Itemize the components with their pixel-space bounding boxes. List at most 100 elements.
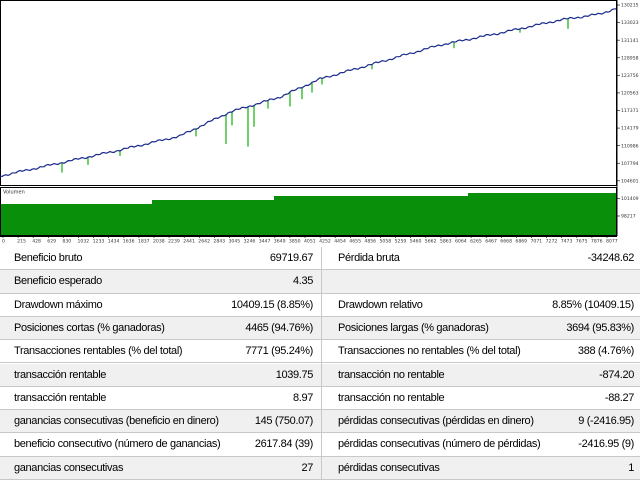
stat-label: pérdidas consecutivas (número de pérdida…	[338, 438, 541, 451]
time-tick-label: 1032	[78, 239, 90, 245]
price-tick-label: 117371	[621, 108, 639, 114]
stat-value: 8.85% (10409.15)	[552, 298, 634, 311]
stat-value: -874.20	[599, 368, 634, 381]
price-tick-label: 133023	[621, 20, 639, 26]
time-tick-label: 7473	[561, 239, 573, 245]
stat-label: Beneficio bruto	[14, 252, 83, 264]
time-tick-label: 3045	[229, 239, 241, 245]
stats-row: beneficio consecutivo (número de gananci…	[0, 433, 640, 457]
time-tick-label: 5259	[395, 239, 407, 245]
time-tick-label: 4454	[334, 239, 346, 245]
price-axis: 130215 133023 131141 128958 123756 120563 1173…	[617, 3, 639, 220]
stat-label: Transacciones no rentables (% del total)	[338, 345, 521, 358]
time-tick-label: 428	[32, 239, 41, 245]
time-tick-label: 0	[2, 239, 5, 245]
stat-value: -2416.95 (9)	[578, 438, 634, 451]
stat-label: Posiciones cortas (% ganadoras)	[14, 321, 165, 334]
time-tick-label: 7272	[546, 239, 558, 245]
time-tick-label: 6668	[500, 239, 512, 245]
time-tick-label: 4051	[304, 239, 316, 245]
time-tick-label: 8077	[606, 239, 618, 245]
stats-row: Beneficio bruto 69719.67 Pérdida bruta -342…	[0, 247, 640, 271]
price-tick-label: 107794	[621, 161, 639, 167]
volume-bar	[468, 193, 616, 235]
statistics-table: Beneficio bruto 69719.67 Pérdida bruta -342…	[0, 247, 640, 480]
stat-value: 7771 (95.24%)	[245, 345, 313, 358]
time-tick-label: 3649	[274, 239, 286, 245]
time-tick-label: 4655	[349, 239, 361, 245]
volume-label: Volumen	[3, 190, 25, 196]
stat-value: 9 (-2416.95)	[578, 415, 634, 428]
price-tick-label: 131141	[621, 38, 639, 44]
stat-label: transacción rentable	[14, 391, 107, 404]
time-tick-label: 4252	[319, 239, 331, 245]
volume-bar	[274, 196, 468, 235]
time-tick-label: 1434	[108, 239, 120, 245]
stat-value: 3694 (95.83%)	[566, 321, 634, 334]
stat-label: transacción no rentable	[338, 368, 445, 381]
stat-value: 4.35	[292, 275, 313, 288]
stat-value: 27	[301, 461, 313, 474]
price-tick-label: 123756	[621, 73, 639, 79]
stat-value: 69719.67	[269, 252, 313, 264]
time-tick-label: 5058	[380, 239, 392, 245]
time-tick-label: 2441	[183, 239, 195, 245]
time-tick-label: 215	[17, 239, 26, 245]
price-tick-label: 114179	[621, 126, 639, 132]
time-tick-label: 1636	[123, 239, 135, 245]
column-divider	[321, 247, 322, 480]
time-tick-label: 2038	[153, 239, 165, 245]
stat-label: pérdidas consecutivas	[338, 461, 440, 474]
stat-label: ganancias consecutivas (beneficio en din…	[14, 415, 219, 428]
time-tick-label: 6869	[515, 239, 527, 245]
stats-row: Posiciones cortas (% ganadoras) 4465 (94.…	[0, 316, 640, 341]
equity-chart: Volumen 130215 133023 131141 128958 123756 12…	[0, 0, 639, 245]
stat-label: transacción rentable	[14, 368, 107, 381]
price-tick-label: 128958	[621, 55, 639, 61]
volume-bar	[1, 204, 152, 235]
stat-label: beneficio consecutivo (número de gananci…	[14, 438, 221, 451]
stat-label: pérdidas consecutivas (pérdidas en diner…	[338, 415, 534, 428]
stat-value: 1039.75	[275, 368, 314, 381]
stats-row: ganancias consecutivas 27 pérdidas consecu…	[0, 456, 640, 480]
price-tick-label: 98217	[621, 214, 636, 220]
stat-value: -34248.62	[587, 252, 635, 264]
time-tick-label: 7071	[531, 239, 543, 245]
stats-row: transacción rentable 1039.75 transacción n…	[0, 363, 640, 387]
volume-bar	[152, 200, 274, 235]
stat-label: ganancias consecutivas	[14, 461, 124, 474]
time-tick-label: 3850	[289, 239, 301, 245]
stats-row: Beneficio esperado 4.35	[0, 270, 640, 294]
stat-value: 2617.84 (39)	[254, 438, 314, 451]
stat-label: Beneficio esperado	[14, 275, 102, 288]
time-tick-label: 629	[47, 239, 56, 245]
stat-label: Posiciones largas (% ganadoras)	[338, 321, 489, 334]
stats-row: Transacciones rentables (% del total) 777…	[0, 340, 640, 364]
time-tick-label: 5863	[440, 239, 452, 245]
stat-value: 4465 (94.76%)	[245, 321, 313, 334]
stats-row: ganancias consecutivas (beneficio en din…	[0, 410, 640, 434]
price-tick-label: 130215	[621, 3, 639, 9]
stat-label: transacción no rentable	[338, 391, 445, 404]
time-axis: 0 215 428 629 830 1032 1233 1434 1636 1837 2038 223…	[2, 236, 618, 245]
time-tick-label: 830	[62, 239, 71, 245]
time-tick-label: 7876	[591, 239, 603, 245]
time-tick-label: 6467	[485, 239, 497, 245]
stat-value: 10409.15 (8.85%)	[231, 298, 313, 311]
time-tick-label: 6064	[455, 239, 467, 245]
time-tick-label: 1837	[138, 239, 150, 245]
equity-chart-panel: Volumen 130215 133023 131141 128958 123756 12…	[0, 0, 640, 247]
time-tick-label: 2843	[213, 239, 225, 245]
price-tick-label: 101409	[621, 196, 639, 202]
time-tick-label: 5662	[425, 239, 437, 245]
stat-value: 388 (4.76%)	[577, 345, 634, 358]
time-tick-label: 7675	[576, 239, 588, 245]
stat-value: 1	[628, 461, 634, 474]
time-tick-label: 6265	[470, 239, 482, 245]
stats-row: Drawdown máximo 10409.15 (8.85%) Drawdown …	[0, 294, 640, 317]
time-tick-label: 1233	[93, 239, 105, 245]
stat-value: -88.27	[604, 391, 634, 404]
stat-value: 8.97	[292, 391, 313, 404]
price-tick-label: 104601	[621, 178, 639, 184]
stat-value: 145 (750.07)	[254, 415, 314, 428]
